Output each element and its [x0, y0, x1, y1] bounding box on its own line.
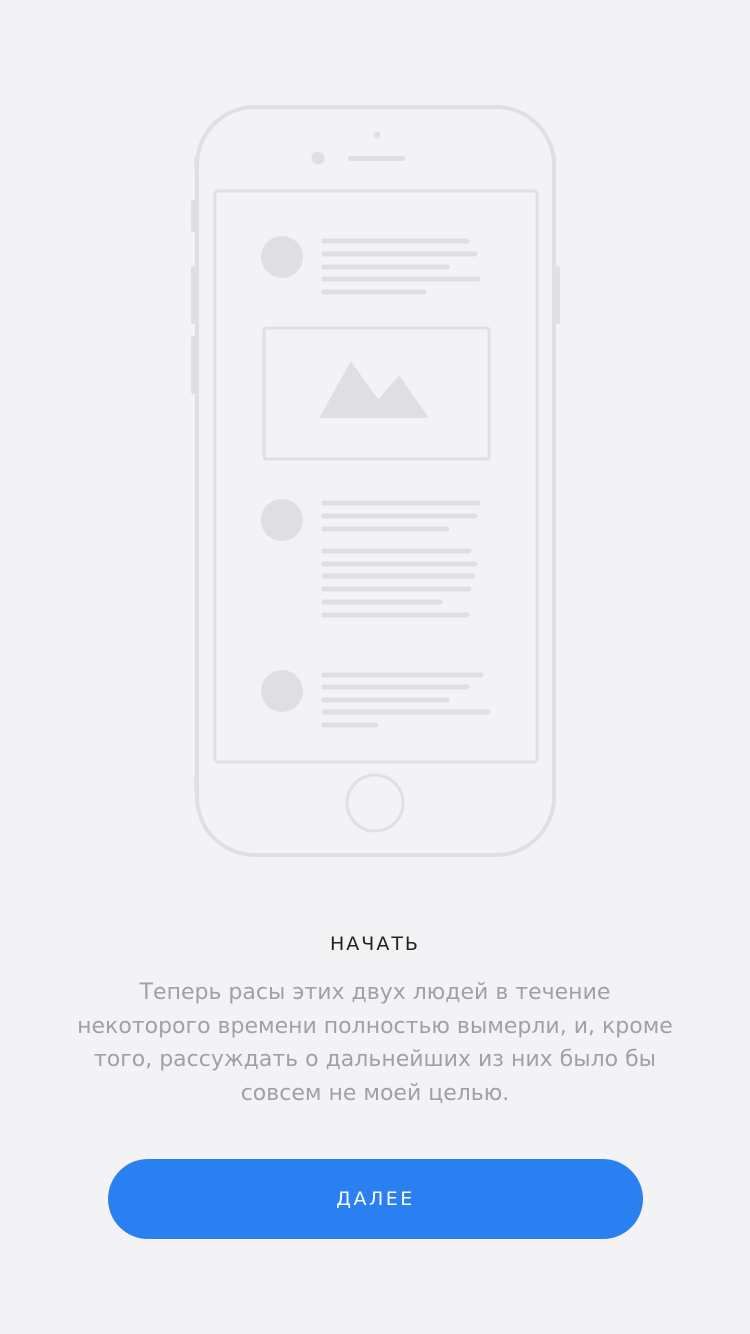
onboarding-title: НАЧАТЬ [330, 933, 420, 955]
phone-sensor [373, 131, 381, 139]
phone-camera [311, 151, 325, 165]
phone-speaker [348, 156, 405, 161]
phone-illustration [191, 105, 560, 857]
image-placeholder-icon [320, 362, 428, 418]
text-line-placeholders [321, 238, 481, 295]
image-placeholder-frame [262, 326, 491, 461]
text-line-placeholders [321, 500, 481, 618]
home-button-icon [345, 773, 405, 833]
onboarding-description: Теперь расы этих двух людей в течение не… [77, 980, 673, 1106]
avatar-placeholder-icon [261, 236, 303, 278]
avatar-placeholder-icon [261, 670, 303, 712]
phone-frame-icon [195, 105, 556, 857]
next-button[interactable]: ДАЛЕЕ [108, 1159, 643, 1239]
text-line-placeholders [321, 672, 491, 728]
avatar-placeholder-icon [261, 499, 303, 541]
